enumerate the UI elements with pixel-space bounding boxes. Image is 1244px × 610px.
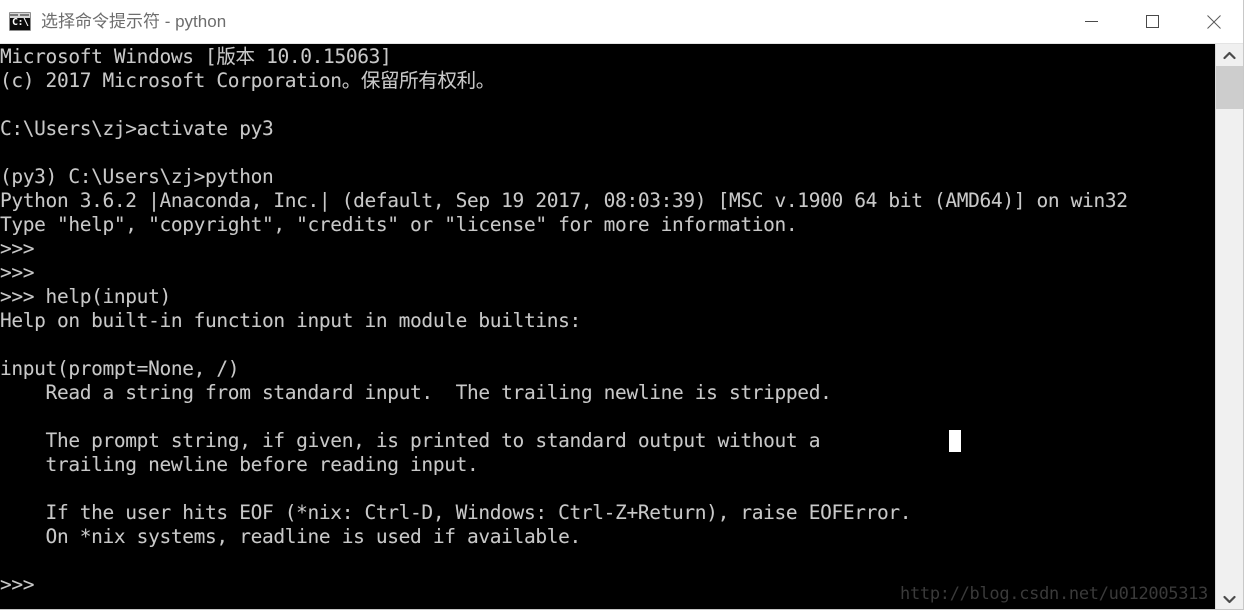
- chevron-down-icon: [1223, 595, 1236, 603]
- scroll-up-button[interactable]: [1216, 44, 1243, 66]
- close-icon: [1206, 14, 1221, 29]
- text-cursor: [949, 430, 961, 452]
- vertical-scrollbar[interactable]: [1215, 44, 1243, 609]
- minimize-button[interactable]: [1061, 0, 1122, 44]
- maximize-button[interactable]: [1122, 0, 1183, 44]
- cmd-window: C:\. 选择命令提示符 - python: [0, 0, 1244, 610]
- title-bar[interactable]: C:\. 选择命令提示符 - python: [0, 0, 1243, 44]
- console-text: Microsoft Windows [版本 10.0.15063] (c) 20…: [0, 45, 1128, 596]
- cmd-icon-label: C:\.: [12, 17, 30, 28]
- maximize-icon: [1146, 15, 1159, 28]
- cmd-icon: C:\.: [9, 12, 31, 31]
- scrollbar-thumb[interactable]: [1216, 66, 1243, 109]
- scroll-down-button[interactable]: [1216, 588, 1243, 609]
- minimize-icon: [1085, 21, 1098, 22]
- title-bar-left: C:\. 选择命令提示符 - python: [0, 12, 1061, 32]
- chevron-up-icon: [1223, 51, 1236, 59]
- watermark-text: http://blog.csdn.net/u012005313: [900, 584, 1208, 604]
- window-controls: [1061, 0, 1243, 44]
- close-button[interactable]: [1183, 0, 1243, 44]
- window-title: 选择命令提示符 - python: [41, 11, 227, 31]
- terminal-output-area[interactable]: Microsoft Windows [版本 10.0.15063] (c) 20…: [0, 44, 1216, 609]
